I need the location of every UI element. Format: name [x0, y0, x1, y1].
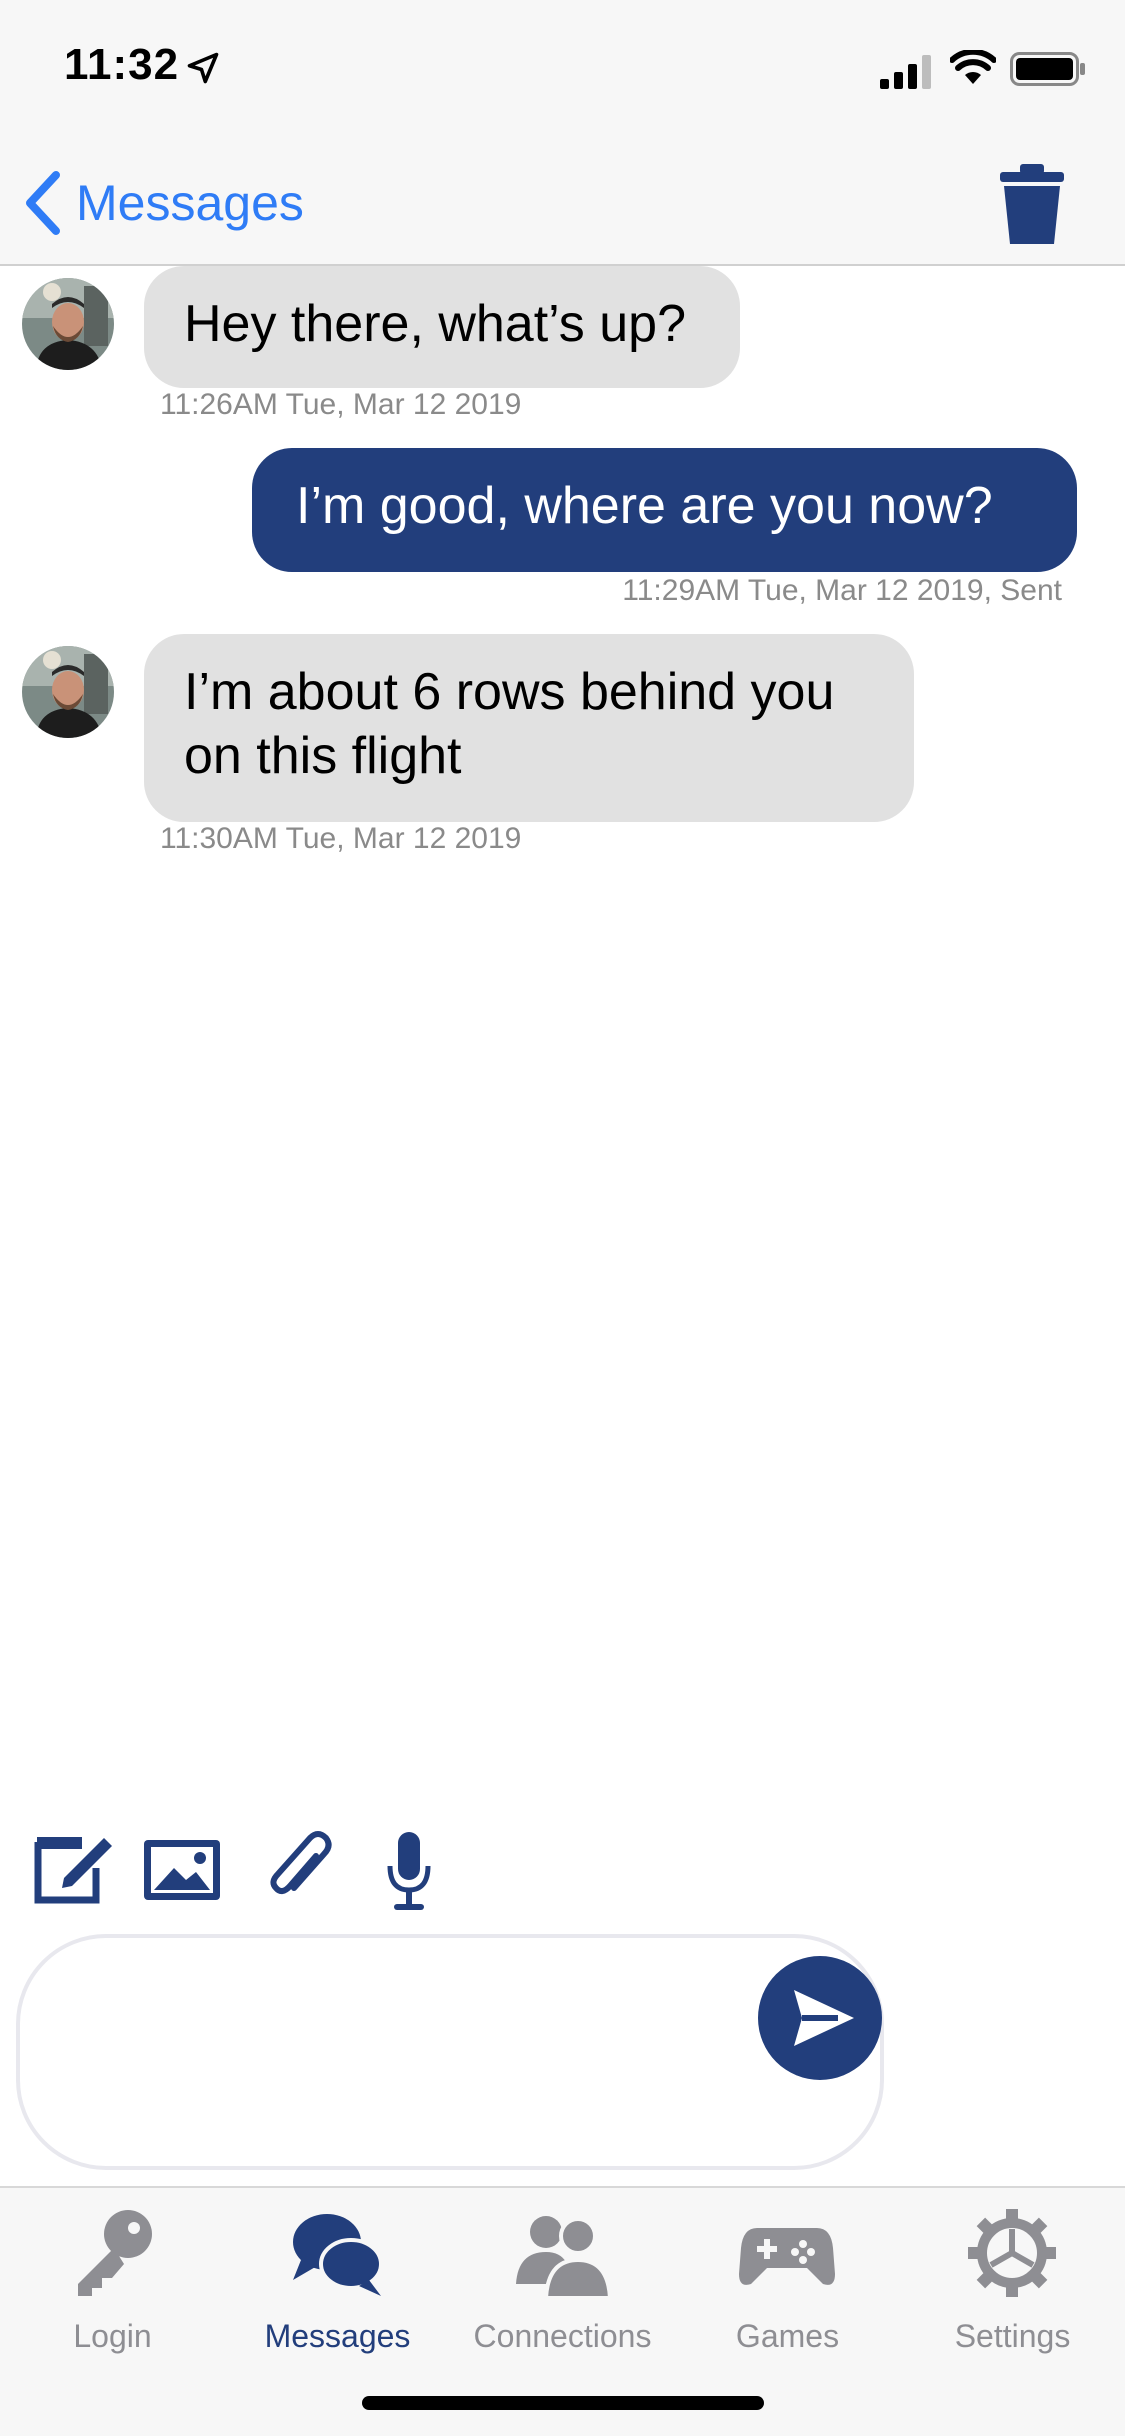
cellular-signal-icon: [880, 55, 931, 89]
message-timestamp: 11:29AM Tue, Mar 12 2019, Sent: [622, 574, 1062, 607]
tab-messages[interactable]: Messages: [225, 2208, 450, 2358]
tab-label: Login: [73, 2318, 152, 2354]
trash-icon[interactable]: [996, 160, 1068, 248]
navigation-bar: Messages: [0, 140, 1125, 266]
tab-label: Messages: [264, 2318, 411, 2354]
gamepad-icon: [739, 2228, 835, 2285]
message-timestamp: 11:26AM Tue, Mar 12 2019: [160, 388, 522, 421]
message-timestamp: 11:30AM Tue, Mar 12 2019: [160, 822, 522, 855]
message-composer: [16, 1934, 884, 2170]
status-bar: 11:32: [0, 0, 1125, 140]
tab-label: Games: [735, 2318, 840, 2354]
avatar-photo: [22, 278, 114, 370]
compose-icon[interactable]: [34, 1834, 114, 1904]
avatar-photo: [22, 646, 114, 738]
key-icon: [78, 2210, 152, 2296]
avatar[interactable]: [22, 278, 114, 370]
paperclip-icon[interactable]: [264, 1830, 334, 1910]
send-arrow-icon: [794, 1990, 854, 2046]
back-button[interactable]: Messages: [24, 168, 304, 238]
tab-login[interactable]: Login: [0, 2208, 225, 2358]
battery-icon: [1010, 52, 1085, 86]
avatar[interactable]: [22, 646, 114, 738]
tab-label: Settings: [954, 2318, 1071, 2354]
status-time: 11:32: [64, 40, 180, 89]
message-input[interactable]: [60, 1978, 740, 2128]
gear-icon: [968, 2209, 1056, 2297]
message-thread: Hey there, what’s up? 11:26AM Tue, Mar 1…: [0, 266, 1125, 1800]
microphone-icon[interactable]: [384, 1830, 434, 1914]
tab-settings[interactable]: Settings: [900, 2208, 1125, 2358]
people-icon: [516, 2216, 612, 2298]
tab-games[interactable]: Games: [675, 2208, 900, 2358]
tab-connections[interactable]: Connections: [450, 2208, 675, 2358]
chat-bubbles-icon: [293, 2214, 383, 2296]
home-indicator[interactable]: [362, 2396, 764, 2410]
message-text: I’m about 6 rows behind you on this flig…: [184, 663, 835, 785]
message-bubble-incoming[interactable]: Hey there, what’s up?: [144, 266, 740, 388]
image-icon[interactable]: [142, 1838, 222, 1902]
message-bubble-incoming[interactable]: I’m about 6 rows behind you on this flig…: [144, 634, 914, 822]
tab-label: Connections: [473, 2318, 652, 2354]
wifi-icon: [950, 50, 996, 84]
back-button-label: Messages: [76, 175, 304, 231]
message-bubble-outgoing[interactable]: I’m good, where are you now?: [252, 448, 1077, 572]
location-arrow-icon: [187, 52, 219, 84]
message-text: Hey there, what’s up?: [184, 295, 686, 353]
chevron-left-icon: [26, 171, 60, 235]
message-text: I’m good, where are you now?: [296, 477, 993, 535]
send-button[interactable]: [758, 1956, 882, 2080]
